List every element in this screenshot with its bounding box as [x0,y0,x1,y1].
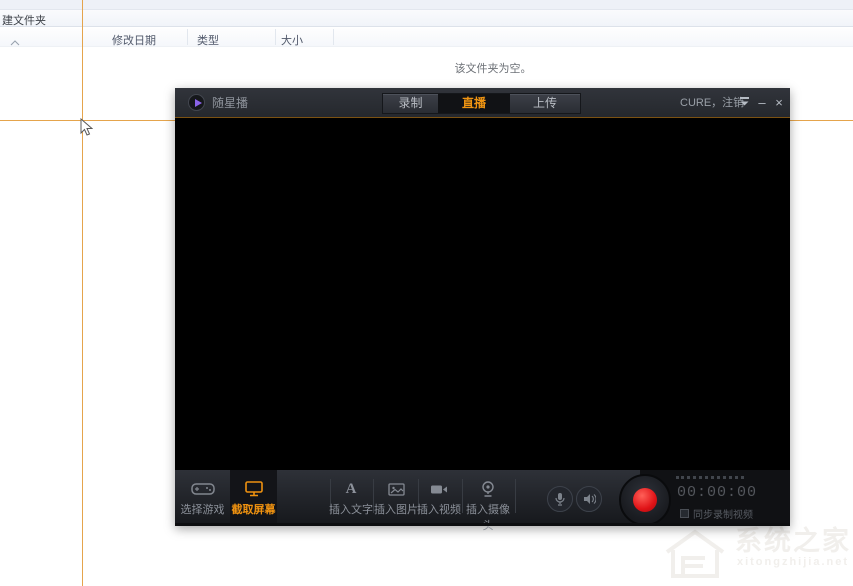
insert-camera-button[interactable]: 插入摄像头 [461,470,515,532]
suixingbo-window: 随星播 录制 直播 上传 CURE，注销 – × 选择游戏 截取屏幕 A 插入文… [175,88,790,532]
image-icon [374,479,418,499]
record-icon [633,488,657,512]
tab-upload[interactable]: 上传 [510,94,580,113]
watermark-url: xitongzhijia.net [736,556,850,568]
column-header-date-modified[interactable]: 修改日期 [112,32,156,48]
explorer-command-bar: 建文件夹 [0,10,853,27]
crosshair-vertical-line [82,0,83,586]
sort-caret-icon [10,33,20,51]
desktop: 建文件夹 修改日期 类型 大小 该文件夹为空。 系统之家 xitongzhiji… [0,0,853,586]
insert-video-button[interactable]: 插入视频 [417,470,461,523]
column-separator [187,29,188,45]
new-folder-button[interactable]: 建文件夹 [2,12,46,28]
letter-a-icon: A [345,481,357,497]
close-button[interactable]: × [771,88,787,118]
column-separator [333,29,334,45]
titlebar[interactable]: 随星播 录制 直播 上传 CURE，注销 – × [175,88,790,118]
app-logo-icon [188,94,205,111]
capture-screen-button[interactable]: 截取屏幕 [230,470,277,523]
insert-image-button[interactable]: 插入图片 [374,470,418,523]
column-header-type[interactable]: 类型 [197,32,219,48]
insert-text-button[interactable]: A 插入文字 [329,470,373,523]
sync-record-option[interactable]: 同步录制视频 [680,506,753,521]
house-logo-icon [665,529,725,578]
toolbar-separator [515,479,516,513]
window-bottom-edge [175,523,790,526]
sync-record-checkbox[interactable] [680,509,689,518]
record-timer: 00:00:00 [677,484,758,501]
column-header-size[interactable]: 大小 [281,32,303,48]
monitor-icon [230,479,277,499]
watermark-title: 系统之家 [735,526,851,556]
tab-live[interactable]: 直播 [438,94,510,113]
explorer-column-header: 修改日期 类型 大小 [0,28,853,47]
explorer-top-strip [0,0,853,10]
live-preview-area [175,119,790,470]
empty-folder-message: 该文件夹为空。 [454,63,532,75]
minimize-button[interactable]: – [754,88,770,118]
sync-record-label: 同步录制视频 [693,510,753,521]
bottom-toolbar: 选择游戏 截取屏幕 A 插入文字 插入图片 插入视频 插入摄像头 00:00:0… [175,470,790,532]
speaker-icon [583,494,596,504]
tab-record[interactable]: 录制 [383,94,438,113]
speaker-toggle-button[interactable] [576,486,602,512]
webcam-icon [461,479,515,499]
microphone-icon [555,493,565,506]
record-button[interactable] [619,474,671,526]
account-logout-link[interactable]: CURE，注销 [680,88,744,118]
mouse-cursor [80,117,94,142]
select-game-button[interactable]: 选择游戏 [175,470,230,523]
mode-tabs: 录制 直播 上传 [382,93,581,114]
gamepad-icon [175,479,230,499]
microphone-toggle-button[interactable] [547,486,573,512]
video-camera-icon [417,479,461,499]
menu-dropdown-icon[interactable] [736,88,752,109]
audio-level-dots [676,476,744,479]
column-separator [275,29,276,45]
app-title: 随星播 [212,96,249,110]
site-watermark: 系统之家 xitongzhijia.net [659,526,851,582]
